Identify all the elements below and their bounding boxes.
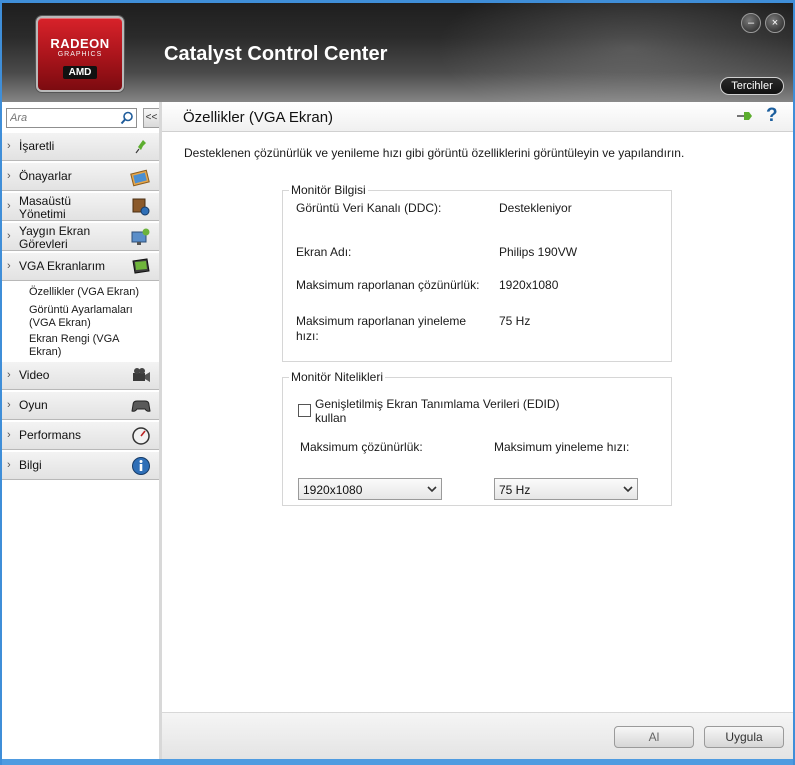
minimize-button[interactable]: – <box>741 13 761 33</box>
sidebar-item-label: VGA Ekranlarım <box>19 259 106 273</box>
sidebar-item-label: Bilgi <box>19 458 42 472</box>
chevron-right-icon: › <box>7 399 11 411</box>
chevron-down-icon <box>427 486 437 493</box>
max-resolution-label: Maksimum çözünürlük: <box>300 440 423 454</box>
logo-sub: GRAPHICS <box>57 51 103 58</box>
info-icon <box>132 457 150 475</box>
preferences-button[interactable]: Tercihler <box>720 77 784 95</box>
sidebar-item-presets[interactable]: › Önayarlar <box>2 162 160 191</box>
edid-checkbox-label[interactable]: Genişletilmiş Ekran Tanımlama Verileri (… <box>315 397 585 425</box>
pin-icon <box>135 140 146 154</box>
sidebar-item-label: Önayarlar <box>19 169 72 183</box>
sidebar-subitem-display-color[interactable]: Ekran Rengi (VGA Ekran) <box>29 333 149 359</box>
chevron-right-icon: › <box>7 230 11 242</box>
search-input[interactable] <box>10 111 115 125</box>
chevron-right-icon: › <box>7 369 11 381</box>
sidebar-item-gaming[interactable]: › Oyun <box>2 391 160 420</box>
sidebar-item-label: Masaüstü Yönetimi <box>19 194 72 221</box>
logo-maker: AMD <box>62 66 98 79</box>
info-label-ddc: Görüntü Veri Kanalı (DDC): <box>296 201 442 215</box>
app-header: RADEON GRAPHICS AMD Catalyst Control Cen… <box>0 3 795 102</box>
logo-brand: RADEON <box>50 36 110 51</box>
max-resolution-select-value: 1920x1080 <box>303 483 363 497</box>
monitor-info-group: Monitör Bilgisi Görüntü Veri Kanalı (DDC… <box>282 183 672 362</box>
info-label-max-refresh: Maksimum raporlanan yineleme hızı: <box>296 314 467 343</box>
sidebar-item-label: Performans <box>19 428 82 442</box>
video-camera-icon <box>133 368 150 382</box>
collapse-sidebar-button[interactable]: << <box>143 108 160 128</box>
search-box[interactable] <box>6 108 137 128</box>
chevron-down-icon: › <box>7 260 11 272</box>
sidebar-item-label: Oyun <box>19 398 48 412</box>
chevron-right-icon: › <box>7 170 11 182</box>
help-icon[interactable]: ? <box>766 105 778 127</box>
close-button[interactable]: × <box>765 13 785 33</box>
footer-bar: Al Uygula <box>162 712 793 759</box>
gauge-icon <box>132 427 150 445</box>
main-header: Özellikler (VGA Ekran) ? <box>162 102 793 132</box>
chevron-right-icon: › <box>7 459 11 471</box>
window-frame-left <box>0 0 2 765</box>
sidebar-subitem-properties[interactable]: Özellikler (VGA Ekran) <box>29 286 149 299</box>
vga-monitor-icon <box>132 258 150 274</box>
chevron-right-icon: › <box>7 429 11 441</box>
display-tasks-icon <box>131 228 150 245</box>
sidebar-item-pinned[interactable]: › İşaretli <box>2 132 160 161</box>
max-refresh-select-value: 75 Hz <box>499 483 531 497</box>
max-refresh-select[interactable]: 75 Hz <box>494 478 638 500</box>
window-frame-bottom <box>0 759 795 765</box>
info-value-ddc: Destekleniyor <box>499 201 572 215</box>
info-label-display-name: Ekran Adı: <box>296 245 352 259</box>
page-title: Özellikler (VGA Ekran) <box>183 109 334 126</box>
pin-page-icon[interactable] <box>736 109 754 123</box>
sidebar-subitem-display-adjustments[interactable]: Görüntü Ayarlamaları (VGA Ekran) <box>29 304 149 330</box>
sidebar-item-label: Video <box>19 368 50 382</box>
main-panel: Özellikler (VGA Ekran) ? Desteklenen çöz… <box>162 102 793 759</box>
info-value-max-refresh: 75 Hz <box>499 314 531 328</box>
info-label-max-resolution: Maksimum raporlanan çözünürlük: <box>296 278 480 292</box>
group-title: Monitör Bilgisi <box>289 183 368 197</box>
monitor-attributes-group: Monitör Nitelikleri Genişletilmiş Ekran … <box>282 370 672 506</box>
info-value-display-name: Philips 190VW <box>499 245 578 259</box>
sidebar-item-label: İşaretli <box>19 139 55 153</box>
app-title: Catalyst Control Center <box>164 43 388 65</box>
sidebar-item-common-display-tasks[interactable]: › Yaygın Ekran Görevleri <box>2 222 160 251</box>
group-title: Monitör Nitelikleri <box>289 370 386 384</box>
sidebar-item-video[interactable]: › Video <box>2 361 160 390</box>
chevron-right-icon: › <box>7 140 11 152</box>
desktop-management-icon <box>132 198 150 216</box>
search-icon[interactable] <box>120 111 134 125</box>
search-row: << <box>6 108 160 128</box>
radeon-logo: RADEON GRAPHICS AMD <box>36 16 124 92</box>
max-resolution-select[interactable]: 1920x1080 <box>298 478 442 500</box>
apply-button[interactable]: Uygula <box>704 726 784 748</box>
sidebar-item-desktop-management[interactable]: › Masaüstü Yönetimi <box>2 192 160 221</box>
sidebar-item-vga-displays[interactable]: › VGA Ekranlarım <box>2 252 160 281</box>
sidebar-item-label: Yaygın Ekran Görevleri <box>19 224 91 251</box>
chevron-right-icon: › <box>7 200 11 212</box>
max-refresh-label: Maksimum yineleme hızı: <box>494 440 630 454</box>
info-value-max-resolution: 1920x1080 <box>499 278 559 292</box>
gamepad-icon <box>131 400 151 412</box>
edid-checkbox[interactable] <box>298 404 311 417</box>
presets-icon <box>130 169 150 187</box>
page-description: Desteklenen çözünürlük ve yenileme hızı … <box>184 146 685 160</box>
chevron-down-icon <box>623 486 633 493</box>
sidebar-item-performance[interactable]: › Performans <box>2 421 160 450</box>
sidebar: << › İşaretli › Önayarlar › Masaüstü Yön… <box>2 102 160 759</box>
sidebar-item-information[interactable]: › Bilgi <box>2 451 160 480</box>
discard-button[interactable]: Al <box>614 726 694 748</box>
